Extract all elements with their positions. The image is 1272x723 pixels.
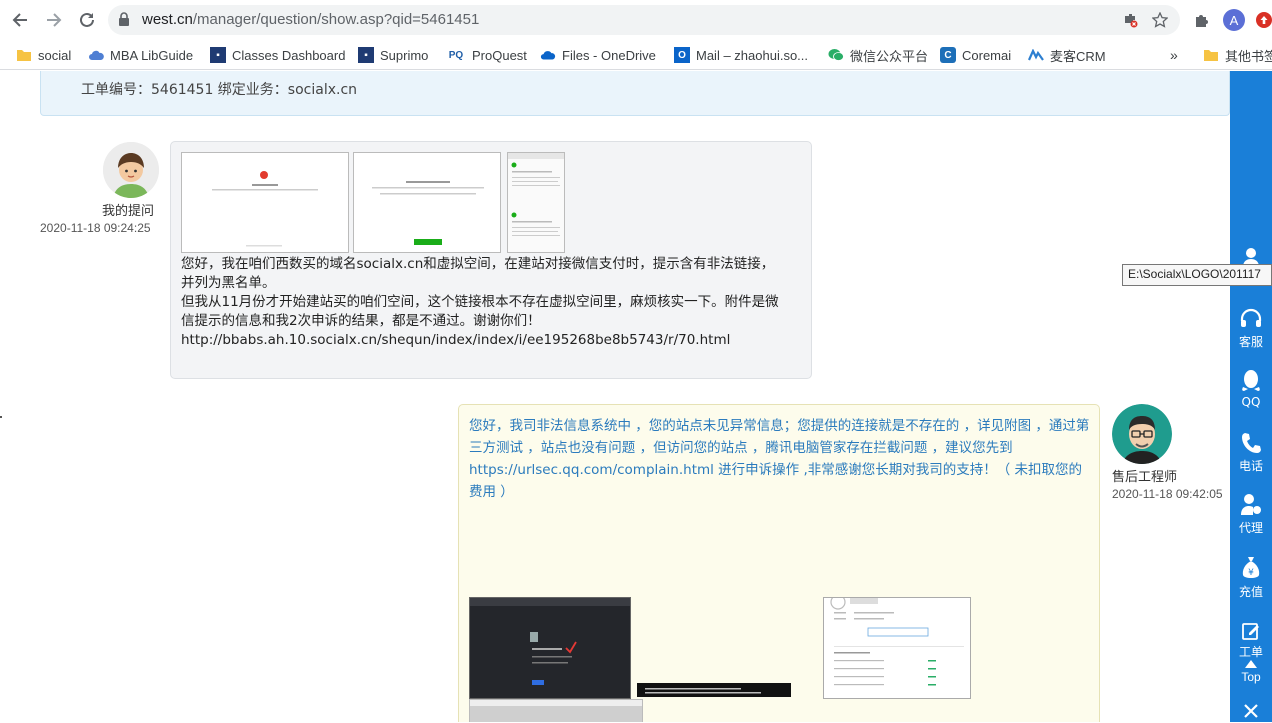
ticket-info: 工单编号：5461451 绑定业务：socialx.cn	[81, 82, 358, 98]
c-icon: C	[940, 47, 956, 63]
money-bag-icon: ¥	[1242, 557, 1260, 578]
sidebar-item-agent[interactable]: 代理	[1230, 493, 1272, 553]
bookmark-classes-dashboard[interactable]: ▪ Classes Dashboard	[210, 45, 345, 65]
bookmark-proquest[interactable]: PQ ProQuest	[446, 45, 527, 65]
wechat-icon	[828, 47, 844, 63]
svg-text:¥: ¥	[1248, 568, 1254, 578]
browser-toolbar: west.cn/manager/question/show.asp?qid=54…	[0, 0, 1272, 40]
attachment-thumbnail[interactable]	[469, 699, 643, 722]
bookmarks-bar: social MBA LibGuide ▪ Classes Dashboard …	[0, 40, 1272, 70]
url-text: west.cn/manager/question/show.asp?qid=54…	[142, 11, 480, 28]
engineer-avatar	[1112, 404, 1172, 464]
sidebar-item-phone[interactable]: 电话	[1230, 431, 1272, 491]
cloud-icon	[88, 47, 104, 63]
lock-icon	[118, 12, 130, 31]
agent-icon	[1241, 494, 1261, 515]
sidebar-item-ticket[interactable]: 工单 Top	[1230, 621, 1272, 691]
question-bubble: 您好，我在咱们西数买的域名socialx.cn和虚拟空间，在建站对接微信支付时，…	[170, 141, 812, 379]
attachment-thumbnail[interactable]	[469, 597, 631, 699]
float-sidebar: 客服 QQ 电话 代理 ¥ 充值 工单 Top	[1230, 71, 1272, 722]
attachment-thumbnail[interactable]	[507, 152, 565, 253]
outlook-icon: O	[674, 47, 690, 63]
bookmark-star-icon[interactable]	[1150, 10, 1170, 30]
edit-ticket-icon	[1242, 623, 1259, 640]
address-bar[interactable]: west.cn/manager/question/show.asp?qid=54…	[108, 5, 1180, 35]
bookmark-mba-libguide[interactable]: MBA LibGuide	[88, 45, 193, 65]
page-edge-marker	[0, 416, 2, 418]
extensions-puzzle-icon[interactable]	[1190, 8, 1214, 32]
forward-arrow-icon	[47, 13, 62, 27]
bookmark-coremai[interactable]: C Coremai	[940, 45, 1011, 65]
page-content: 工单编号：5461451 绑定业务：socialx.cn 我的提问 2020-1…	[0, 71, 1272, 722]
ticket-info-bar: 工单编号：5461451 绑定业务：socialx.cn	[40, 71, 1230, 116]
folder-icon	[1203, 47, 1219, 63]
update-icon[interactable]	[1252, 8, 1272, 32]
onedrive-icon	[540, 47, 556, 63]
answer-author: 售后工程师	[1112, 470, 1178, 485]
headset-icon	[1240, 308, 1262, 327]
scroll-top-label: Top	[1241, 670, 1261, 684]
reload-icon	[80, 12, 94, 27]
reload-button[interactable]	[75, 8, 99, 32]
question-link[interactable]: http://bbabs.ah.10.socialx.cn/shequn/ind…	[181, 331, 801, 350]
folder-icon	[16, 47, 32, 63]
pq-icon: PQ	[448, 49, 464, 61]
bookmark-other[interactable]: 其他书签	[1203, 45, 1272, 65]
phone-icon	[1242, 433, 1261, 453]
user-avatar	[103, 142, 159, 198]
sidebar-item-recharge[interactable]: ¥ 充值	[1230, 555, 1272, 615]
attachment-thumbnail[interactable]	[823, 597, 971, 699]
bookmark-onedrive[interactable]: Files - OneDrive	[540, 45, 656, 65]
answer-bubble: 您好，我司非法信息系统中 ，您的站点未见异常信息；您提供的连接就是不存在的 ，详…	[458, 404, 1100, 722]
profile-avatar[interactable]: A	[1222, 8, 1246, 32]
dashboard-icon: ▪	[210, 47, 226, 63]
bookmark-social[interactable]: social	[16, 45, 71, 65]
question-author: 我的提问	[102, 204, 155, 219]
sidebar-item-qq[interactable]: QQ	[1230, 369, 1272, 429]
bookmarks-overflow-chevron-icon[interactable]: »	[1170, 45, 1178, 65]
answer-time: 2020-11-18 09:42:05	[1112, 487, 1223, 501]
attachment-thumbnail[interactable]	[181, 152, 349, 253]
arrow-up-icon	[1245, 660, 1257, 668]
file-path-tooltip: E:\Socialx\LOGO\201117	[1122, 264, 1272, 286]
forward-button[interactable]	[42, 8, 66, 32]
bookmark-wechat-mp[interactable]: 微信公众平台	[828, 45, 928, 65]
mike-icon	[1028, 47, 1044, 63]
question-text: 您好，我在咱们西数买的域名socialx.cn和虚拟空间，在建站对接微信支付时，…	[181, 255, 801, 350]
close-icon	[1244, 704, 1258, 718]
extension-blocked-icon[interactable]	[1120, 10, 1140, 30]
back-button[interactable]	[8, 8, 32, 32]
bookmark-mike-crm[interactable]: 麦客CRM	[1028, 45, 1106, 65]
bookmark-mail[interactable]: O Mail – zhaohui.so...	[674, 45, 808, 65]
attachment-thumbnail[interactable]	[637, 683, 791, 697]
sidebar-close[interactable]	[1230, 703, 1272, 723]
question-time: 2020-11-18 09:24:25	[40, 221, 151, 235]
qq-penguin-icon	[1242, 370, 1260, 391]
attachment-thumbnail[interactable]	[353, 152, 501, 253]
suprimo-icon: ▪	[358, 47, 374, 63]
sidebar-item-service[interactable]: 客服	[1230, 307, 1272, 367]
answer-text: 您好，我司非法信息系统中 ，您的站点未见异常信息；您提供的连接就是不存在的 ，详…	[469, 418, 1090, 500]
bookmark-suprimo[interactable]: ▪ Suprimo	[358, 45, 428, 65]
back-arrow-icon	[12, 13, 27, 27]
